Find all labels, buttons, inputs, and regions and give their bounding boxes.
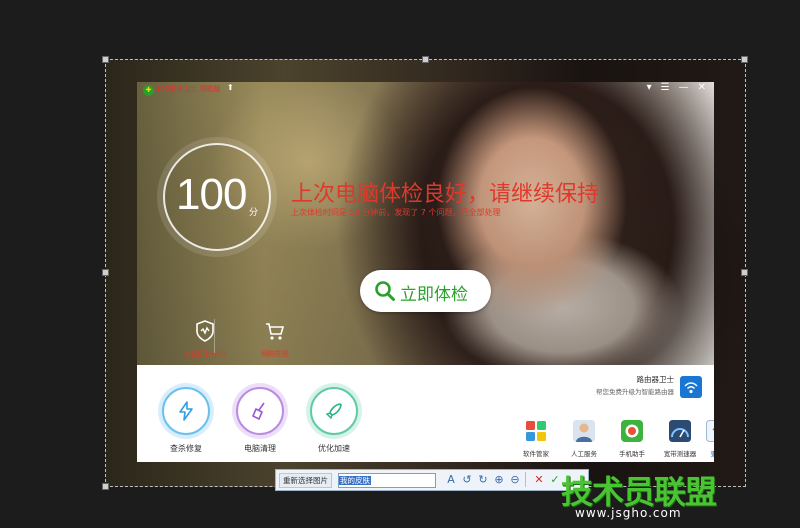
zoom-out-icon[interactable]: ⊖ <box>508 472 522 487</box>
screenshot-toolbar: 重新选择图片 我的皮肤 A ↺ ↻ ⊕ ⊖ ✕ ✓ <box>275 469 589 491</box>
resize-handle[interactable] <box>102 269 109 276</box>
resize-handle[interactable] <box>102 56 109 63</box>
resize-handle[interactable] <box>741 269 748 276</box>
zoom-in-icon[interactable]: ⊕ <box>492 472 506 487</box>
confirm-icon[interactable]: ✓ <box>548 472 562 487</box>
crop-border <box>105 59 746 487</box>
crop-selection[interactable]: ✚ 360安全卫士 领航版 ⬆ ▾ ☰ — ✕ 100 分 上次电脑体检良好，请继续保… <box>102 56 748 490</box>
rotate-left-icon[interactable]: ↺ <box>460 472 474 487</box>
skin-name-input[interactable]: 我的皮肤 <box>338 473 436 488</box>
watermark-url: www.jsgho.com <box>575 506 682 520</box>
resize-handle[interactable] <box>741 56 748 63</box>
skin-name-value: 我的皮肤 <box>339 476 371 485</box>
text-tool-icon[interactable]: A <box>444 472 458 487</box>
cancel-icon[interactable]: ✕ <box>532 472 546 487</box>
rotate-right-icon[interactable]: ↻ <box>476 472 490 487</box>
resize-handle[interactable] <box>102 483 109 490</box>
resize-handle[interactable] <box>422 56 429 63</box>
toolbar-divider <box>525 472 526 487</box>
reselect-image-button[interactable]: 重新选择图片 <box>279 473 332 488</box>
